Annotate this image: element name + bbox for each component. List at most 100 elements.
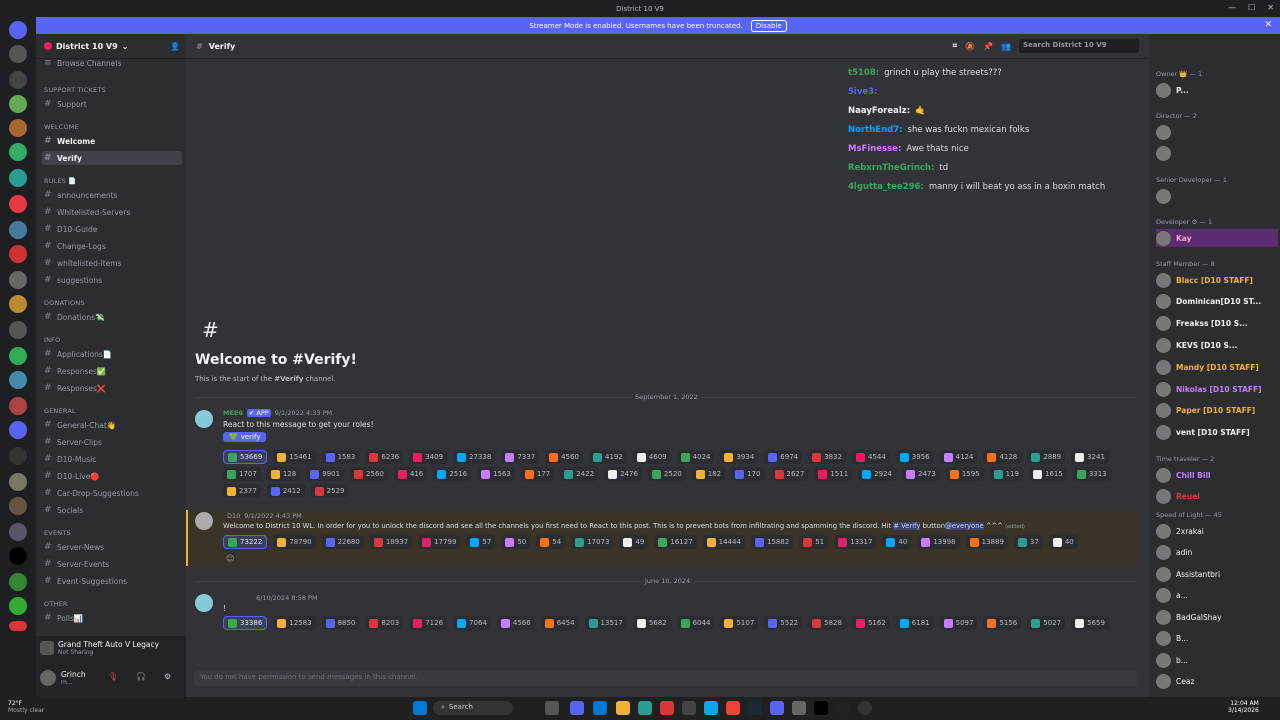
reaction[interactable]: 4128 <box>983 450 1022 464</box>
notifications-icon[interactable]: 🔕 <box>965 42 975 51</box>
reaction[interactable]: 6181 <box>895 616 934 630</box>
reaction[interactable]: 2377 <box>223 484 261 498</box>
taskbar-app-icon[interactable] <box>545 701 559 715</box>
search-input[interactable]: Search District 10 V9 <box>1019 39 1139 53</box>
server-icon[interactable] <box>9 397 27 415</box>
reaction[interactable]: 2422 <box>560 467 599 481</box>
mute-icon[interactable]: 🎙 <box>108 672 118 681</box>
reaction[interactable]: 5162 <box>851 616 890 630</box>
taskbar-app-icon[interactable] <box>704 701 718 715</box>
member[interactable]: adin <box>1156 544 1278 562</box>
reaction[interactable]: 5659 <box>1071 616 1109 630</box>
reaction[interactable]: 15882 <box>750 535 794 549</box>
channel-welcome[interactable]: # Welcome <box>42 134 182 148</box>
server-icon[interactable] <box>9 45 27 63</box>
channel-donations[interactable]: # Donations💸 <box>42 310 182 324</box>
reaction[interactable]: 8850 <box>321 616 360 630</box>
category-other[interactable]: OTHER <box>44 600 68 608</box>
reaction[interactable]: 4192 <box>588 450 627 464</box>
reaction[interactable]: 57 <box>466 535 496 549</box>
server-icon[interactable] <box>9 119 27 137</box>
member[interactable]: a... <box>1156 587 1278 605</box>
taskbar-app-icon[interactable] <box>616 701 630 715</box>
reaction[interactable]: 2889 <box>1027 450 1066 464</box>
channel-support[interactable]: # Support <box>42 97 182 111</box>
server-icon[interactable] <box>9 371 27 389</box>
reaction[interactable]: 37 <box>1013 535 1043 549</box>
reaction[interactable]: 13889 <box>965 535 1008 549</box>
reaction[interactable]: 4560 <box>545 450 583 464</box>
reaction[interactable]: 1583 <box>321 450 360 464</box>
channel-item[interactable]: # Applications📄 <box>42 347 182 361</box>
server-icon[interactable] <box>9 523 27 541</box>
channel-item[interactable]: # D10-Music <box>42 452 182 466</box>
clock[interactable]: 12:04 AM 3/14/2026 <box>1228 700 1259 714</box>
channel-item[interactable]: # Server-Events <box>42 557 182 571</box>
browse-channels[interactable]: ≡ Browse Channels <box>42 56 182 70</box>
member[interactable]: B... <box>1156 630 1278 648</box>
reaction[interactable]: 2520 <box>647 467 686 481</box>
verify-button[interactable]: 💚 verify <box>223 432 267 442</box>
deafen-icon[interactable]: 🎧 <box>136 672 146 681</box>
category-events[interactable]: EVENTS <box>44 529 71 537</box>
reaction[interactable]: 6044 <box>676 616 715 630</box>
member[interactable] <box>1156 187 1278 205</box>
reaction[interactable]: 5107 <box>720 616 759 630</box>
reaction[interactable]: 128 <box>266 467 301 481</box>
reaction[interactable]: 1563 <box>477 467 515 481</box>
member[interactable]: Freakss [D10 S... <box>1156 315 1278 333</box>
reaction[interactable]: 3832 <box>808 450 846 464</box>
reaction[interactable]: 5097 <box>939 616 978 630</box>
add-reaction-icon[interactable]: ☺ <box>226 554 234 563</box>
category-welcome[interactable]: WELCOME <box>44 123 79 131</box>
reaction[interactable]: 4024 <box>676 450 715 464</box>
category-general[interactable]: GENERAL <box>44 407 76 415</box>
reaction[interactable]: 1615 <box>1029 467 1067 481</box>
reaction[interactable]: 3313 <box>1072 467 1111 481</box>
channel-item[interactable]: # announcements <box>42 188 182 202</box>
reaction[interactable]: 13517 <box>584 616 627 630</box>
server-icon[interactable] <box>9 547 27 565</box>
member[interactable]: Nikolas [D10 STAFF] <box>1156 380 1278 398</box>
member[interactable]: Ceaz <box>1156 673 1278 691</box>
reaction[interactable]: 2473 <box>901 467 940 481</box>
server-icon[interactable] <box>9 573 27 591</box>
avatar[interactable] <box>195 594 213 612</box>
reaction[interactable]: 3956 <box>895 450 934 464</box>
taskbar-app-icon[interactable] <box>770 701 784 715</box>
avatar[interactable] <box>195 512 213 530</box>
taskbar-app-icon[interactable] <box>570 701 584 715</box>
channel-item[interactable]: # suggestions <box>42 273 182 287</box>
reaction[interactable]: 170 <box>731 467 765 481</box>
member[interactable]: vent [D10 STAFF] <box>1156 424 1278 442</box>
taskbar-app-icon[interactable] <box>858 701 872 715</box>
reaction[interactable]: 7064 <box>453 616 491 630</box>
server-icon[interactable] <box>9 473 27 491</box>
server-icon[interactable] <box>9 447 27 465</box>
server-icon[interactable] <box>9 71 27 89</box>
reaction[interactable]: 2560 <box>350 467 388 481</box>
channel-item[interactable]: # Responses❌ <box>42 381 182 395</box>
reaction[interactable]: 73222 <box>223 535 268 549</box>
member[interactable]: Paper [D10 STAFF] <box>1156 402 1278 420</box>
taskbar-app-icon[interactable] <box>792 701 806 715</box>
reaction[interactable]: 13317 <box>834 535 877 549</box>
reaction[interactable]: 5156 <box>983 616 1022 630</box>
reaction[interactable]: 5828 <box>808 616 846 630</box>
channel-item[interactable]: # Server-News <box>42 540 182 554</box>
category-rules[interactable]: RULES 📄 <box>44 177 77 185</box>
reaction[interactable]: 12583 <box>273 616 316 630</box>
server-icon[interactable] <box>9 245 27 263</box>
reaction[interactable]: 5682 <box>632 616 671 630</box>
pin-icon[interactable]: 📌 <box>983 42 993 51</box>
member[interactable]: 2xrakai <box>1156 522 1278 540</box>
channel-item[interactable]: # Change-Logs <box>42 239 182 253</box>
reaction[interactable]: 27338 <box>453 450 496 464</box>
member[interactable]: Chill Bill <box>1156 466 1278 484</box>
reaction[interactable]: 6974 <box>764 450 803 464</box>
reaction[interactable]: 54 <box>536 535 566 549</box>
channel-item[interactable]: # Car-Drop-Suggestions <box>42 486 182 500</box>
reaction[interactable]: 7126 <box>409 616 448 630</box>
reaction[interactable]: 16127 <box>654 535 697 549</box>
reaction[interactable]: 182 <box>691 467 726 481</box>
